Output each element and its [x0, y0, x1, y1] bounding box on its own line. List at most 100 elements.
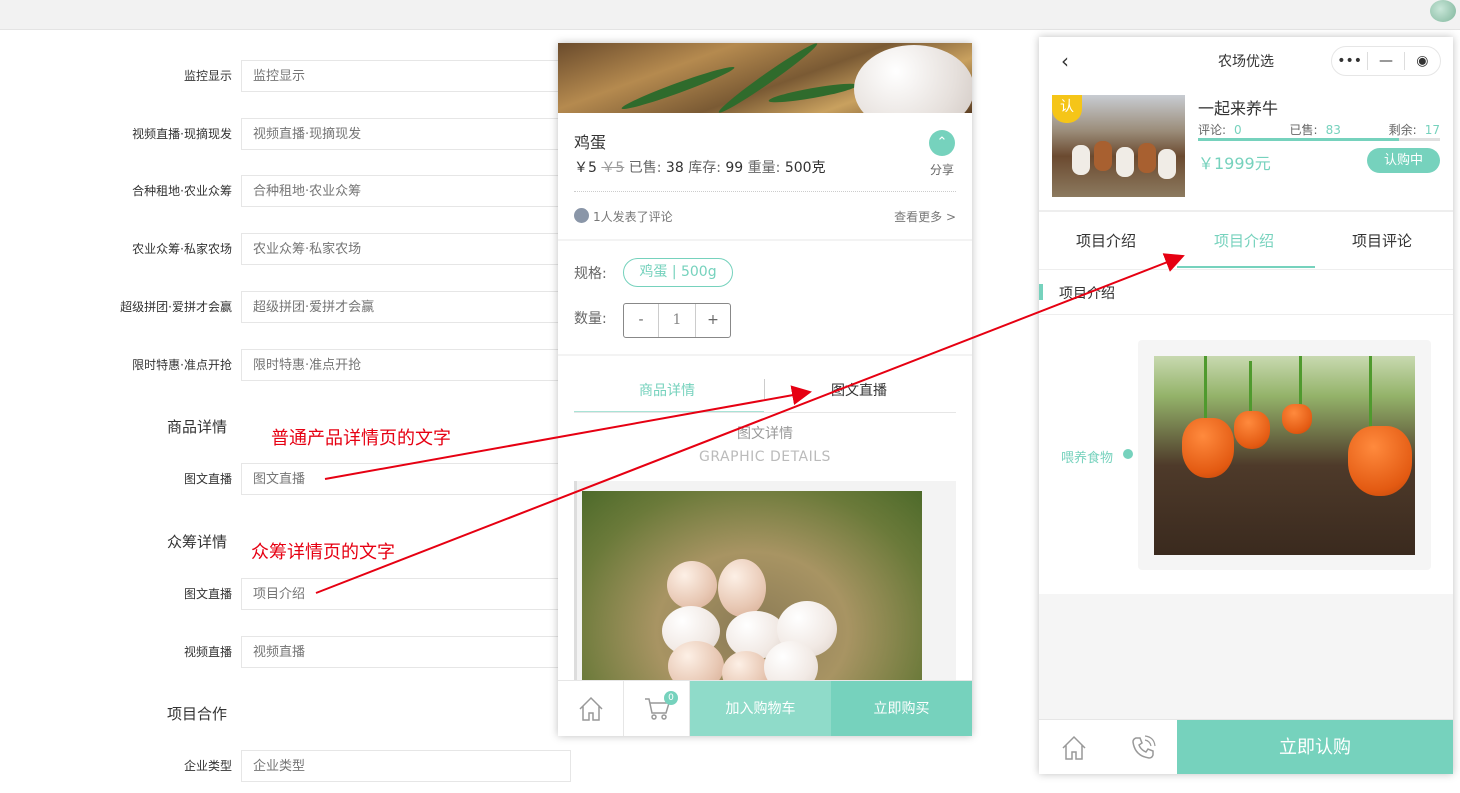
stat-item: 已售: 83 [1289, 123, 1341, 137]
product-footer-bar: 0 加入购物车 立即购买 [558, 680, 972, 736]
form-label: 企业类型 [183, 759, 232, 773]
minimize-icon[interactable]: — [1368, 53, 1403, 69]
timeline-dot [1123, 449, 1133, 459]
land-rent-input[interactable] [241, 175, 571, 207]
buy-now-button[interactable]: 立即购买 [831, 681, 972, 736]
nav-bar: ‹ 农场优选 ••• — ◉ [1039, 37, 1453, 82]
product-orig-price: ￥5 [601, 160, 625, 176]
close-circle-icon[interactable]: ◉ [1405, 53, 1440, 69]
flash-sale-input[interactable] [241, 349, 571, 381]
project-stats: 评论: 0 已售: 83 剩余: 17 [1198, 121, 1440, 138]
project-name: 一起来养牛 [1198, 99, 1279, 118]
form-label: 农业众筹·私家农场 [132, 242, 232, 256]
divider [1039, 314, 1453, 315]
sold-label: 已售: [628, 160, 662, 176]
tab-project-reviews[interactable]: 项目评论 [1352, 230, 1412, 251]
section-title-coop: 项目合作 [167, 705, 228, 723]
form-row-company-type: 企业类型 [0, 750, 600, 782]
comment-summary: 1人发表了评论 [593, 210, 673, 224]
form-label: 限时特惠·准点开抢 [132, 358, 232, 372]
mini-program-capsule: ••• — ◉ [1331, 46, 1441, 76]
certified-badge: 认 [1052, 95, 1082, 123]
form-row-video-live: 视频直播·现摘现发 [0, 118, 600, 150]
form-label: 视频直播 [183, 645, 232, 659]
monitor-input[interactable] [241, 60, 571, 92]
divider [558, 354, 972, 356]
cart-count-badge: 0 [664, 691, 678, 705]
annotation-crowd-note: 众筹详情页的文字 [251, 542, 395, 563]
product-phone-preview: 鸡蛋 ￥5 ￥5 已售: 38 库存: 99 重量: 500克 ⌃ 分享 1人发… [558, 43, 972, 736]
crowd-graphic-input[interactable] [241, 578, 571, 610]
carrots-image [1154, 356, 1415, 555]
content-filler [1039, 594, 1453, 719]
section-title-product: 商品详情 [167, 418, 228, 436]
video-live-input[interactable] [241, 118, 571, 150]
weight-value: 500克 [784, 160, 826, 176]
group-buy-input[interactable] [241, 291, 571, 323]
divider [574, 412, 956, 413]
status-badge: 认购中 [1367, 148, 1440, 173]
tab-product-detail[interactable]: 商品详情 [639, 380, 695, 400]
form-label: 合种租地·农业众筹 [132, 184, 232, 198]
form-row-crowd-graphic: 图文直播 [0, 578, 600, 610]
form-label: 监控显示 [183, 69, 232, 83]
section-accent-bar [1039, 284, 1043, 300]
product-hero-image [558, 43, 972, 113]
form-row-flash-sale: 限时特惠·准点开抢 [0, 349, 600, 381]
company-type-input[interactable] [241, 750, 571, 782]
cart-icon[interactable]: 0 [624, 681, 690, 736]
form-label: 超级拼团·爱拼才会赢 [120, 300, 232, 314]
tab-project-intro[interactable]: 项目介绍 [1076, 230, 1136, 251]
funding-progress-bar [1198, 138, 1440, 141]
subscribe-now-button[interactable]: 立即认购 [1177, 720, 1453, 774]
product-name: 鸡蛋 [574, 133, 607, 152]
quantity-minus-button[interactable]: - [624, 304, 658, 337]
crowd-phone-preview: ‹ 农场优选 ••• — ◉ 认 一起来养牛 评论: 0 已售: 83 剩余: 17 … [1039, 37, 1453, 774]
share-label[interactable]: 分享 [930, 161, 954, 178]
divider [558, 239, 972, 241]
spec-option-chip[interactable]: 鸡蛋 | 500g [623, 258, 733, 287]
form-row-monitor: 监控显示 [0, 60, 600, 92]
spec-label: 规格: [574, 266, 607, 282]
crowd-video-input[interactable] [241, 636, 571, 668]
stock-value: 99 [725, 160, 744, 176]
form-label: 视频直播·现摘现发 [132, 127, 232, 141]
section-title: 项目介绍 [1059, 286, 1115, 302]
user-avatar[interactable] [1430, 0, 1456, 22]
eggs-nest-image [582, 491, 922, 691]
tab-project-intro-active[interactable]: 项目介绍 [1214, 230, 1274, 251]
form-row-private-farm: 农业众筹·私家农场 [0, 233, 600, 265]
annotation-product-note: 普通产品详情页的文字 [271, 428, 451, 449]
private-farm-input[interactable] [241, 233, 571, 265]
tab-graphic-live[interactable]: 图文直播 [831, 380, 887, 400]
form-label: 图文直播 [183, 587, 232, 601]
form-row-land-rent: 合种租地·农业众筹 [0, 175, 600, 207]
section-title-crowd: 众筹详情 [167, 533, 228, 551]
phone-icon[interactable] [1108, 720, 1177, 774]
product-graphic-input[interactable] [241, 463, 571, 495]
more-icon[interactable]: ••• [1332, 53, 1367, 69]
commenter-avatar [574, 208, 589, 223]
quantity-value[interactable]: 1 [658, 304, 696, 337]
home-icon[interactable] [1039, 720, 1108, 774]
crowd-footer-bar: 立即认购 [1039, 719, 1453, 774]
divider [574, 191, 956, 192]
view-more-link[interactable]: 查看更多 > [894, 208, 956, 225]
add-to-cart-button[interactable]: 加入购物车 [690, 681, 831, 736]
stat-item: 评论: 0 [1198, 123, 1242, 137]
product-meta: ￥5 ￥5 已售: 38 库存: 99 重量: 500克 [574, 157, 826, 177]
sold-value: 38 [665, 160, 684, 176]
share-icon[interactable]: ⌃ [929, 130, 955, 156]
product-price: ￥5 [574, 160, 597, 176]
browser-top-bar [0, 0, 1460, 30]
quantity-plus-button[interactable]: + [696, 304, 730, 337]
divider [1039, 269, 1453, 270]
feed-food-label: 喂养食物 [1061, 451, 1114, 466]
form-row-crowd-video: 视频直播 [0, 636, 600, 668]
divider [1039, 210, 1453, 212]
tab-separator [764, 379, 765, 399]
home-icon[interactable] [558, 681, 624, 736]
active-tab-indicator [1177, 266, 1315, 268]
stock-label: 库存: [688, 160, 721, 176]
form-row-product-graphic: 图文直播 [0, 463, 600, 495]
